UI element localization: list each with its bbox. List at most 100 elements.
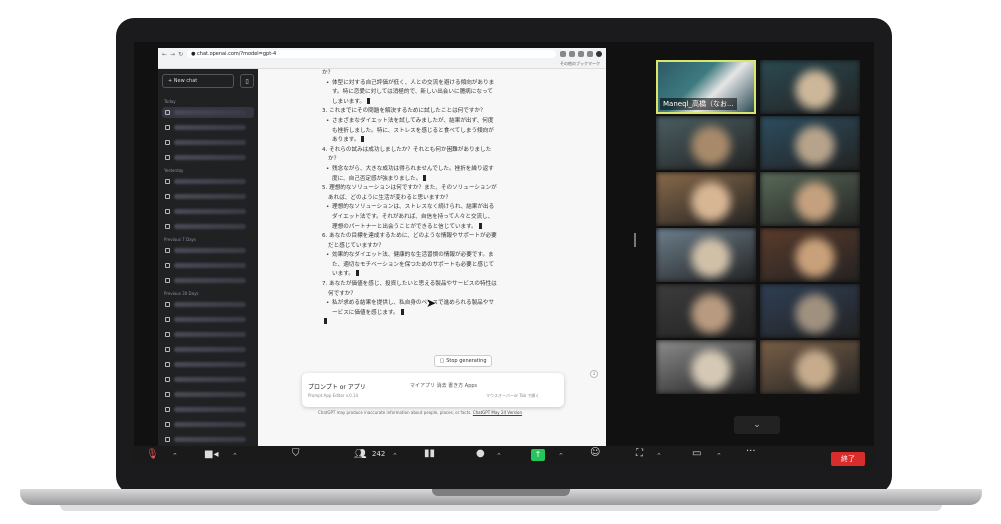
reload-icon[interactable]: ↻ (178, 51, 183, 58)
participant-tile[interactable] (656, 228, 756, 282)
share-screen-button[interactable]: ↑ (531, 449, 545, 461)
blurred-title (174, 248, 246, 253)
chat-icon[interactable]: ● (476, 448, 485, 459)
new-chat-button[interactable]: + New chat (162, 74, 234, 88)
toggle-sidebar-button[interactable]: ▯ (240, 74, 254, 88)
response-line: 4. それらの試みは成功しましたか？それとも何か困難がありました (322, 146, 532, 156)
sidebar-conversation-item[interactable] (162, 221, 254, 232)
split-drag-handle[interactable] (634, 233, 636, 247)
extension-icon[interactable] (578, 51, 584, 57)
response-line: 6. あなたの目標を達成するために、どのような情報やサポートが必要 (322, 232, 532, 242)
participant-tile[interactable] (760, 284, 860, 338)
participants-icon[interactable]: 👥︎ (354, 449, 367, 460)
chevron-up-icon[interactable]: ⌃ (496, 452, 502, 460)
sidebar-conversation-item[interactable] (162, 107, 254, 118)
sidebar-conversation-item[interactable] (162, 122, 254, 133)
sidebar-conversation-item[interactable] (162, 299, 254, 310)
extension-icon[interactable] (569, 51, 575, 57)
typing-cursor (423, 174, 427, 181)
prompt-app-actions[interactable]: マイアプリ 消去 書き方 Apps (410, 382, 477, 389)
sidebar-conversation-item[interactable] (162, 434, 254, 445)
security-icon[interactable]: ⛉ (292, 448, 300, 459)
response-text: 理想のパートナーと出会うことができると信じています。 (332, 223, 477, 230)
participant-tile[interactable] (656, 284, 756, 338)
scroll-down-icon[interactable]: ↓ (590, 370, 598, 378)
participant-tile[interactable] (760, 340, 860, 394)
chat-bubble-icon (165, 179, 170, 184)
polls-icon[interactable]: ▮▮ (424, 448, 435, 459)
sidebar-conversation-item[interactable] (162, 314, 254, 325)
version-link[interactable]: ChatGPT May 24 Version (473, 410, 522, 415)
participant-video (760, 340, 860, 394)
participant-tile[interactable] (656, 172, 756, 226)
sidebar-conversation-item[interactable] (162, 137, 254, 148)
blurred-title (174, 407, 246, 412)
chat-bubble-icon (165, 437, 170, 442)
sidebar-conversation-item[interactable] (162, 260, 254, 271)
back-icon[interactable]: ← (162, 51, 167, 58)
participant-video (656, 228, 756, 282)
participant-tile[interactable] (760, 116, 860, 170)
forward-icon[interactable]: → (170, 51, 175, 58)
chat-bubble-icon (165, 209, 170, 214)
sidebar-conversation-item[interactable] (162, 359, 254, 370)
mic-muted-icon[interactable]: 🎙︎ (146, 449, 159, 460)
participant-tile[interactable] (656, 116, 756, 170)
prompt-app-label[interactable]: プロンプト or アプリ (308, 382, 366, 391)
sidebar-conversation-item[interactable] (162, 344, 254, 355)
participant-video (656, 340, 756, 394)
sidebar-conversation-item[interactable] (162, 389, 254, 400)
sidebar-conversation-item[interactable] (162, 176, 254, 187)
gallery-next-button[interactable]: ⌄ (734, 416, 780, 434)
reactions-icon[interactable]: ☺ (590, 447, 600, 458)
response-text: か？ (322, 70, 334, 76)
chevron-up-icon[interactable]: ⌃ (656, 452, 662, 460)
chevron-up-icon[interactable]: ⌃ (716, 452, 722, 460)
sidebar-group-label: Yesterday (164, 168, 184, 173)
prompt-app-hint: マウスオーバーor Tab で開く (486, 393, 540, 398)
sidebar-conversation-item[interactable] (162, 191, 254, 202)
stop-generating-button[interactable]: ▢ Stop generating (434, 355, 492, 367)
sidebar-conversation-item[interactable] (162, 329, 254, 340)
participant-video (760, 284, 860, 338)
extensions (560, 51, 602, 57)
more-icon[interactable]: ··· (746, 446, 756, 457)
participant-tile[interactable] (760, 228, 860, 282)
profile-icon[interactable] (596, 51, 602, 57)
response-line: あります。 (322, 136, 532, 146)
sidebar-conversation-item[interactable] (162, 275, 254, 286)
video-icon[interactable]: ■◂ (204, 449, 218, 460)
participant-tile[interactable] (760, 60, 860, 114)
chevron-up-icon[interactable]: ⌃ (232, 452, 238, 460)
sidebar-conversation-item[interactable] (162, 419, 254, 430)
blurred-title (174, 110, 246, 115)
participant-tile[interactable] (656, 340, 756, 394)
sidebar-conversation-item[interactable] (162, 206, 254, 217)
end-meeting-button[interactable]: 終了 (831, 452, 865, 466)
participant-grid: Maneql_高橋（なお... (656, 60, 860, 394)
response-line: しまいます。 (322, 97, 532, 108)
sidebar-conversation-item[interactable] (162, 152, 254, 163)
blurred-title (174, 140, 246, 145)
address-bar[interactable]: ● chat.openai.com/?model=gpt-4 (187, 50, 556, 58)
apps-icon[interactable]: ⛶ (636, 448, 643, 459)
participant-tile[interactable] (760, 172, 860, 226)
extension-icon[interactable] (560, 51, 566, 57)
response-text: います。 (332, 271, 354, 278)
typing-cursor (400, 308, 404, 315)
sidebar-conversation-item[interactable] (162, 245, 254, 256)
blurred-title (174, 362, 246, 367)
prompt-input-box[interactable]: プロンプト or アプリ Prompt App Editor v.0.14 マイ… (302, 373, 564, 407)
chevron-up-icon[interactable]: ⌃ (558, 452, 564, 460)
typing-cursor (361, 136, 365, 143)
bookmarks-folder[interactable]: その他のブックマーク (560, 61, 600, 67)
chevron-up-icon[interactable]: ⌃ (392, 452, 398, 460)
active-speaker-tile[interactable]: Maneql_高橋（なお... (656, 60, 756, 114)
sidebar-conversation-item[interactable] (162, 374, 254, 385)
extension-icon[interactable] (587, 51, 593, 57)
chevron-up-icon[interactable]: ⌃ (172, 452, 178, 460)
sidebar-conversation-item[interactable] (162, 404, 254, 415)
response-text: か？ (328, 156, 340, 163)
blurred-title (174, 437, 246, 442)
whiteboard-icon[interactable]: ▭ (692, 448, 701, 459)
